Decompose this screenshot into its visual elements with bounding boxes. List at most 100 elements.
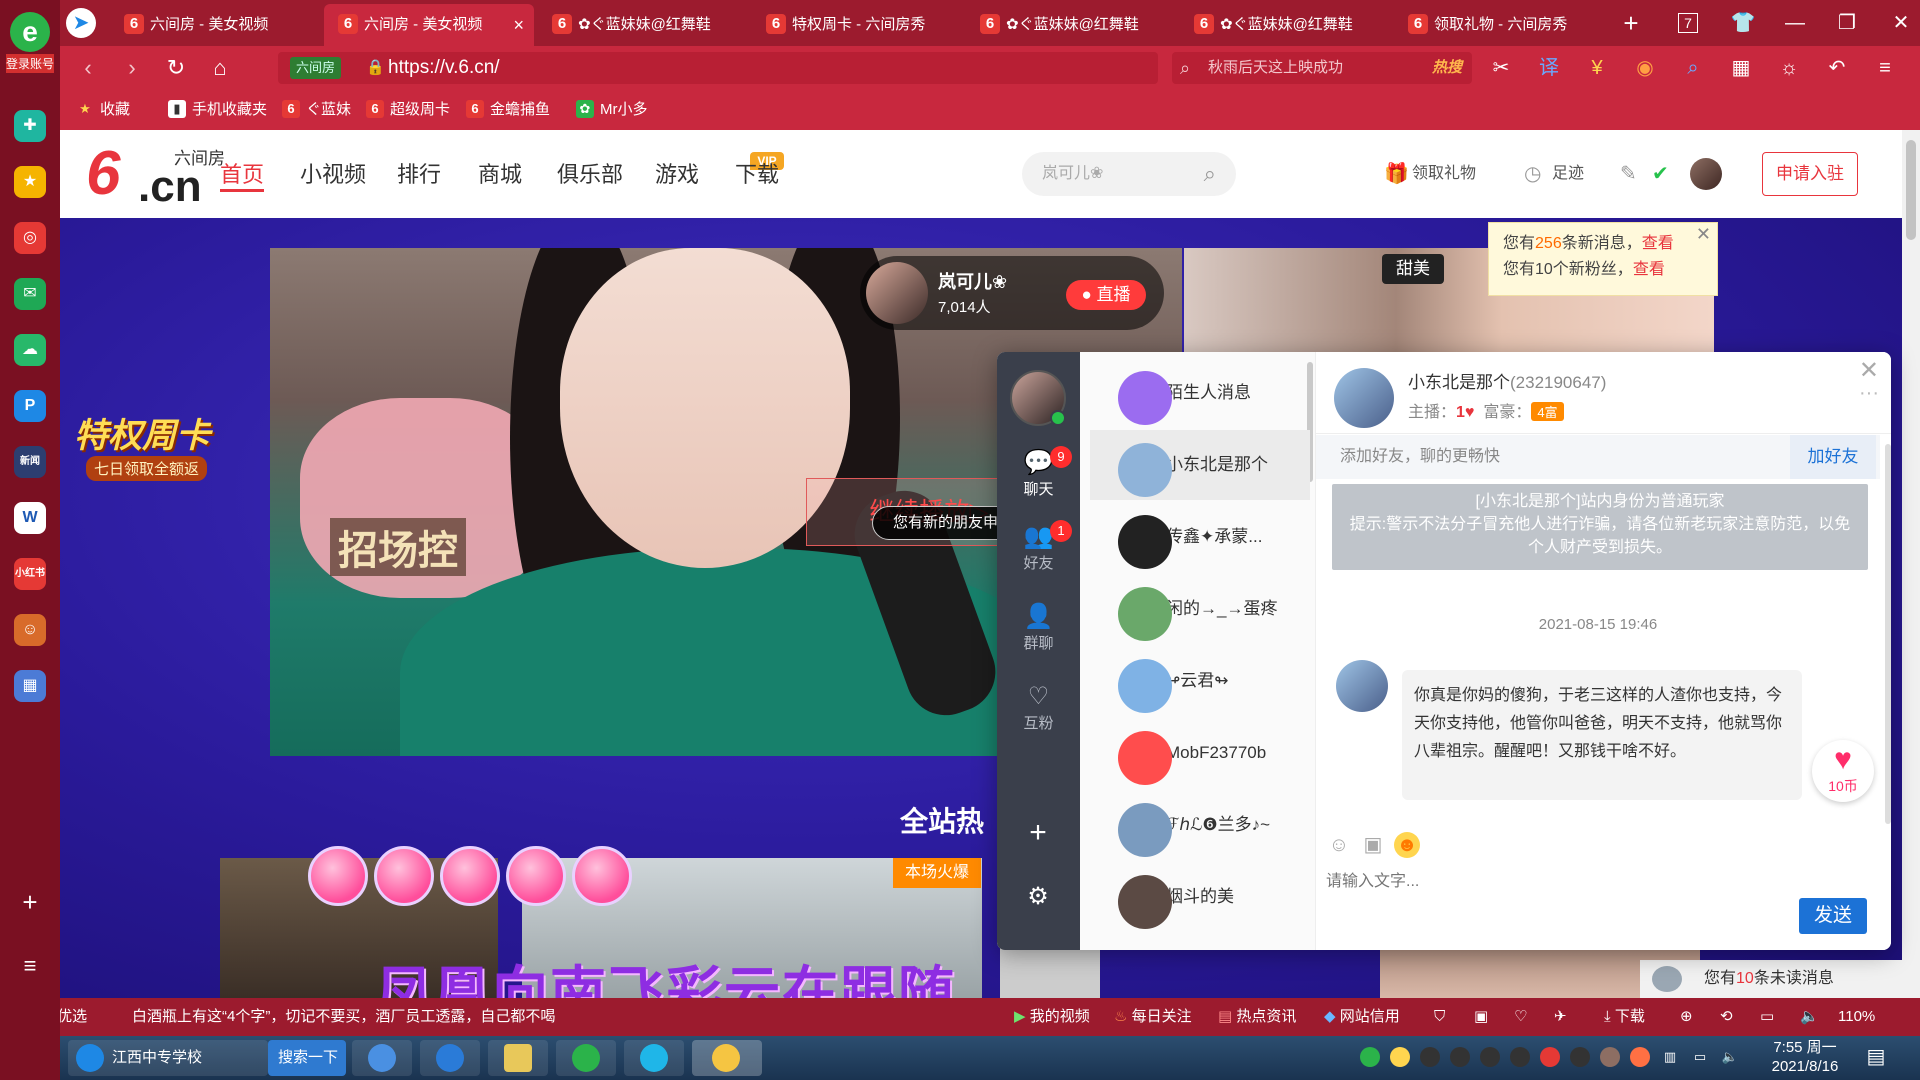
new-tab-icon[interactable]: + xyxy=(1616,8,1646,38)
footprint-link[interactable]: ◷ 足迹 xyxy=(1524,160,1584,188)
contact-item[interactable]: ↫云君↬ xyxy=(1090,646,1310,716)
taskbar-app[interactable] xyxy=(420,1040,480,1076)
favorites-icon[interactable]: ★ xyxy=(14,166,46,198)
bookmark-item[interactable]: ✿ Mr小多 xyxy=(576,90,648,130)
tab[interactable]: 6 六间房 - 美女视频 xyxy=(110,4,320,46)
tab-count-icon[interactable]: 7 xyxy=(1678,13,1698,33)
taskbar-app[interactable] xyxy=(488,1040,548,1076)
heart-outline-icon[interactable]: ♡ xyxy=(1514,998,1527,1036)
status-download[interactable]: ⤓ 下载 xyxy=(1604,998,1645,1036)
tab-active[interactable]: 6 六间房 - 美女视频 × xyxy=(324,4,534,46)
hot-search-label[interactable]: 热搜 xyxy=(1432,52,1462,84)
bookmark-item[interactable]: 6 超级周卡 xyxy=(366,90,450,130)
site-logo[interactable]: 6 .cn 六间房 xyxy=(86,139,226,211)
news-icon[interactable]: 新闻 xyxy=(14,446,46,478)
network-icon[interactable]: ⊕ xyxy=(1680,998,1693,1036)
login-label[interactable]: 登录账号 xyxy=(6,54,54,73)
volume-icon[interactable]: 🔈 xyxy=(1800,998,1819,1036)
game-icon[interactable]: ☺ xyxy=(14,614,46,646)
forward-icon[interactable]: › xyxy=(116,52,148,84)
user-avatar[interactable] xyxy=(1690,158,1722,190)
system-clock[interactable]: 7:55 周一 2021/8/16 xyxy=(1756,1038,1854,1078)
tab[interactable]: 6 特权周卡 - 六间房秀 xyxy=(752,4,962,46)
window-icon[interactable]: ▭ xyxy=(1760,998,1774,1036)
nav-short-video[interactable]: 小视频 xyxy=(300,158,366,192)
tray-icon[interactable] xyxy=(1360,1047,1380,1067)
scissors-icon[interactable]: ✂ xyxy=(1484,52,1518,84)
menu-icon[interactable]: ≡ xyxy=(14,950,46,982)
qq-icon[interactable] xyxy=(1480,1047,1500,1067)
qq-icon[interactable] xyxy=(1420,1047,1440,1067)
contact-item[interactable]: 烟斗的美 xyxy=(1090,862,1310,932)
undo-icon[interactable]: ↶ xyxy=(1820,52,1854,84)
volume-icon[interactable]: 🔈 xyxy=(1720,1047,1740,1067)
contact-item[interactable]: 传鑫✦承蒙... xyxy=(1090,502,1310,572)
close-tab-icon[interactable]: × xyxy=(513,4,524,46)
sync-icon[interactable]: ⟲ xyxy=(1720,998,1733,1036)
status-news-ticker[interactable]: 白酒瓶上有这“4个字”，切记不要买，酒厂员工透露，自己都不喝 xyxy=(132,998,555,1036)
home-icon[interactable]: ⌂ xyxy=(204,52,236,84)
send-button[interactable]: 发送 xyxy=(1799,898,1867,934)
emoji-icon[interactable]: ☺ xyxy=(1326,832,1352,858)
taskbar-app[interactable] xyxy=(352,1040,412,1076)
browser-logo[interactable]: e 登录账号 xyxy=(6,12,54,73)
nav-home[interactable]: 首页 xyxy=(220,158,265,192)
nav-mall[interactable]: 商城 xyxy=(478,158,522,192)
taskbar-app[interactable] xyxy=(624,1040,684,1076)
magnifier-icon[interactable]: ⌕ xyxy=(1676,52,1710,84)
edit-icon[interactable]: ✎ xyxy=(1620,160,1637,188)
shield-icon[interactable]: ⛉ xyxy=(1434,998,1445,1036)
more-icon[interactable]: ··· xyxy=(1859,382,1879,405)
settings-icon[interactable]: ⚙ xyxy=(1023,882,1053,912)
p-app-icon[interactable]: P xyxy=(14,390,46,422)
tab[interactable]: 6 ✿ぐ蓝妹妹@红舞鞋 xyxy=(1180,4,1390,46)
bookmark-mobile[interactable]: ▮ 手机收藏夹 xyxy=(168,90,267,130)
streamer-avatar[interactable] xyxy=(866,262,928,324)
page-scrollbar[interactable] xyxy=(1902,130,1920,998)
search-icon[interactable]: ⌕ xyxy=(1204,152,1216,196)
weibo-icon[interactable]: ◎ xyxy=(14,222,46,254)
contact-item[interactable]: MobF23770b xyxy=(1090,718,1310,788)
unread-messages-bar[interactable]: 您有10条未读消息 xyxy=(1640,960,1902,998)
weekly-card-promo[interactable]: 特权周卡 七日领取全额返 xyxy=(60,398,260,528)
coin-icon[interactable]: ¥ xyxy=(1580,52,1614,84)
speed-icon[interactable]: ✈ xyxy=(1554,998,1567,1036)
bookmark-item[interactable]: 6 金蟾捕鱼 xyxy=(466,90,550,130)
brightness-icon[interactable]: ☼ xyxy=(1772,52,1806,84)
back-icon[interactable]: ‹ xyxy=(72,52,104,84)
contact-item[interactable]: ℱℎℒ❻兰多♪~ xyxy=(1090,790,1310,860)
grid-icon[interactable]: ▦ xyxy=(1724,52,1758,84)
close-window-icon[interactable]: ✕ xyxy=(1886,8,1916,38)
screenshot-icon[interactable]: ▣ xyxy=(1474,998,1488,1036)
tray-icon[interactable] xyxy=(1600,1047,1620,1067)
sender-avatar[interactable] xyxy=(1336,660,1388,712)
tab[interactable]: 6 领取礼物 - 六间房秀 xyxy=(1394,4,1604,46)
nav-download[interactable]: 下载 xyxy=(735,158,779,192)
close-icon[interactable]: ✕ xyxy=(1696,221,1711,247)
tray-icon[interactable] xyxy=(1540,1047,1560,1067)
navigation-icon[interactable]: ➤ xyxy=(66,8,96,38)
minimize-icon[interactable]: — xyxy=(1780,8,1810,38)
browser-search-input[interactable]: ⌕ 秋雨后天这上映成功 热搜 xyxy=(1172,52,1472,84)
taskbar-app[interactable] xyxy=(556,1040,616,1076)
app-icon[interactable]: ▦ xyxy=(14,670,46,702)
contact-item-active[interactable]: 小东北是那个 xyxy=(1090,430,1310,500)
sticker-icon[interactable]: ☻ xyxy=(1394,832,1420,858)
message-input[interactable] xyxy=(1326,864,1826,900)
add-friend-button[interactable]: 加好友 xyxy=(1790,435,1876,479)
notification-icon[interactable]: ▤ xyxy=(1866,1047,1886,1067)
qq-icon[interactable] xyxy=(1450,1047,1470,1067)
site-search-input[interactable]: 岚可儿❀ ⌕ xyxy=(1022,152,1236,196)
tray-icon[interactable]: ▭ xyxy=(1690,1047,1710,1067)
maximize-icon[interactable]: ❐ xyxy=(1832,8,1862,38)
tray-icon[interactable] xyxy=(1390,1047,1410,1067)
mail-icon[interactable]: ✉ xyxy=(14,278,46,310)
scrollbar-thumb[interactable] xyxy=(1906,140,1916,240)
tab[interactable]: 6 ✿ぐ蓝妹妹@红舞鞋 xyxy=(538,4,748,46)
network-icon[interactable]: ▥ xyxy=(1660,1047,1680,1067)
peer-avatar[interactable] xyxy=(1334,368,1394,428)
status-daily-follow[interactable]: ♨ 每日关注 xyxy=(1114,998,1192,1036)
friends-tab[interactable]: 👥 好友 1 xyxy=(997,520,1080,588)
add-icon[interactable]: + xyxy=(1023,818,1053,848)
extension-icon[interactable]: ✚ xyxy=(14,110,46,142)
